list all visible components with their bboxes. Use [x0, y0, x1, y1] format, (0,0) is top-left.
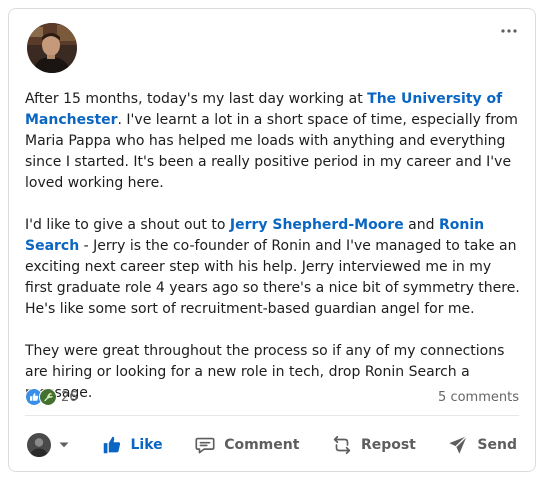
- send-icon: [447, 434, 469, 456]
- repost-button[interactable]: Repost: [323, 428, 424, 462]
- divider: [25, 415, 519, 416]
- action-bar: Like Comment Repost Send: [19, 427, 525, 463]
- send-button[interactable]: Send: [439, 428, 525, 462]
- repost-label: Repost: [360, 437, 416, 453]
- actor-switcher-button[interactable]: [19, 427, 77, 463]
- reaction-icons: [25, 388, 57, 406]
- like-label: Like: [130, 437, 163, 453]
- comment-icon: [194, 434, 216, 456]
- like-button[interactable]: Like: [93, 428, 171, 462]
- post-text-segment: - Jerry is the co-founder of Ronin and I…: [25, 238, 520, 317]
- post-paragraph: After 15 months, today's my last day wor…: [25, 89, 521, 194]
- comment-label: Comment: [224, 437, 300, 453]
- post-paragraph: I'd like to give a shout out to Jerry Sh…: [25, 215, 521, 320]
- user-avatar-icon: [27, 433, 51, 457]
- post-text-segment: and: [403, 217, 439, 233]
- comment-button[interactable]: Comment: [186, 428, 307, 462]
- post-text-segment: After 15 months, today's my last day wor…: [25, 91, 368, 107]
- mention-link[interactable]: Jerry Shepherd-Moore: [230, 217, 404, 233]
- social-counts-bar: 26 5 comments: [25, 387, 519, 407]
- post-card: After 15 months, today's my last day wor…: [8, 8, 536, 472]
- celebrate-reaction-icon: [39, 388, 57, 406]
- thumbs-up-icon: [101, 434, 123, 456]
- send-label: Send: [477, 437, 517, 453]
- more-options-button[interactable]: [497, 23, 521, 39]
- author-photo-icon: [27, 23, 77, 73]
- reaction-count: 26: [61, 389, 78, 405]
- reactions-summary[interactable]: 26: [25, 388, 78, 406]
- chevron-down-icon: [59, 442, 69, 448]
- author-avatar[interactable]: [27, 23, 77, 73]
- comments-count-link[interactable]: 5 comments: [438, 390, 519, 405]
- more-horizontal-icon: [501, 29, 517, 33]
- post-text-segment: I'd like to give a shout out to: [25, 217, 230, 233]
- post-body: After 15 months, today's my last day wor…: [25, 89, 521, 404]
- mini-avatar: [27, 433, 51, 457]
- repost-icon: [331, 434, 353, 456]
